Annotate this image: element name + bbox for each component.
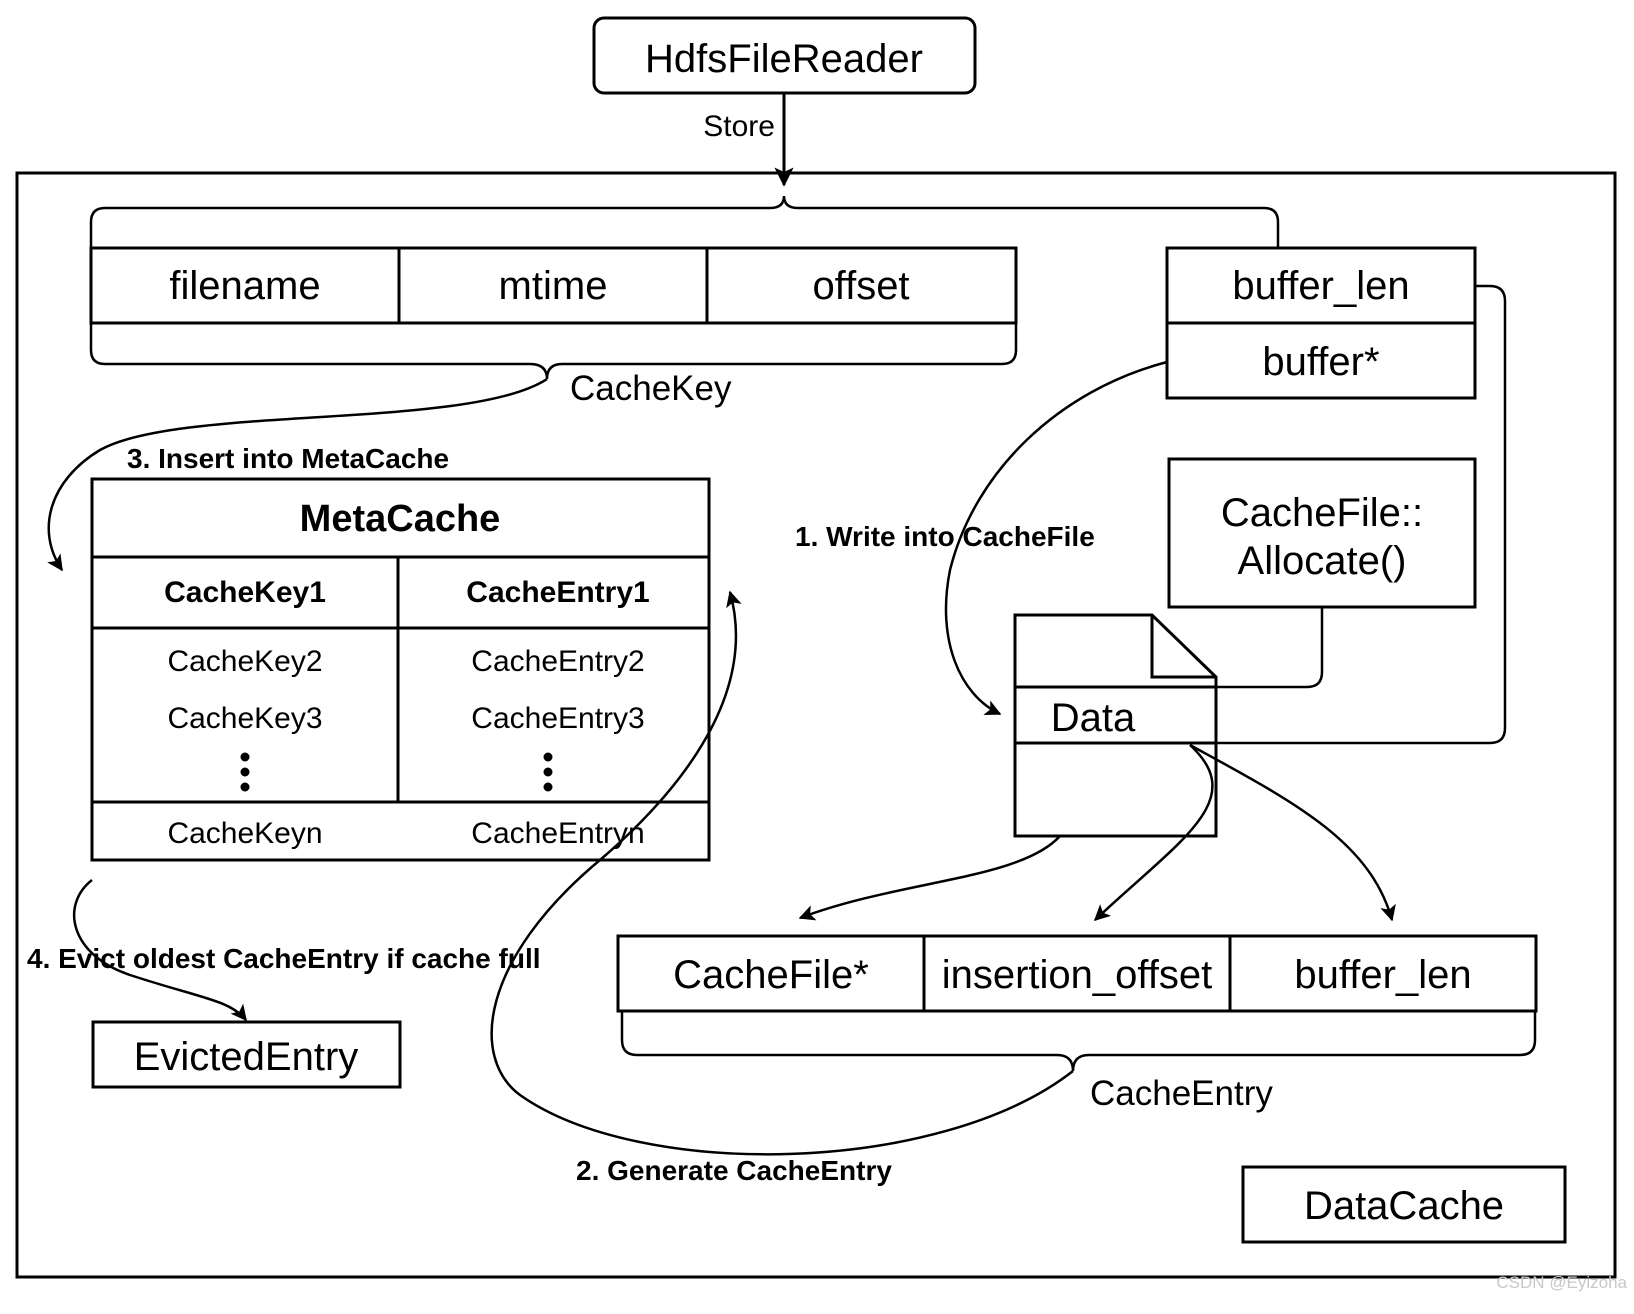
buffer-struct-field-buffer: buffer*	[1262, 340, 1379, 384]
cachekey-bottom-brace	[89, 323, 1018, 380]
cachekey-brace-label: CacheKey	[570, 369, 732, 408]
cachekey-top-brace	[89, 195, 1280, 248]
data-to-bufferlen-connector	[1189, 743, 1396, 922]
metacache-header-entry: CacheEntry1	[466, 576, 649, 609]
data-file-label: Data	[1051, 696, 1136, 740]
metacache-row1-key: CacheKey2	[167, 645, 322, 678]
cachefile-allocate-line1: CacheFile::	[1221, 491, 1423, 535]
cacheentry-field-insertionoffset: insertion_offset	[942, 953, 1213, 997]
datacache-label: DataCache	[1304, 1184, 1504, 1228]
architecture-diagram: HdfsFileReader Store filename mtime offs…	[15, 16, 1628, 1292]
cachekey-field-offset: offset	[812, 264, 909, 308]
metacache-row2-key: CacheKey3	[167, 702, 322, 735]
metacache-key-ellipsis-icon	[240, 752, 250, 792]
data-to-cachefile-connector	[798, 835, 1061, 921]
metacache-entry-ellipsis-icon	[543, 752, 553, 792]
evictedentry-label: EvictedEntry	[134, 1035, 359, 1079]
cacheentry-bottom-brace	[620, 1011, 1537, 1072]
hdfsfilereader-label: HdfsFileReader	[645, 37, 923, 81]
cachefile-allocate-line2: Allocate()	[1238, 539, 1407, 583]
watermark-label: CSDN @Eyizoha	[1496, 1273, 1627, 1292]
metacache-title: MetaCache	[300, 498, 501, 540]
metacache-header-key: CacheKey1	[164, 576, 326, 609]
metacache-lastrow-key: CacheKeyn	[167, 817, 322, 850]
store-edge-label: Store	[703, 110, 775, 143]
cacheentry-brace-label: CacheEntry	[1090, 1074, 1273, 1113]
diagram-canvas: HdfsFileReader Store filename mtime offs…	[0, 0, 1634, 1314]
step2-label: 2. Generate CacheEntry	[576, 1155, 892, 1186]
cacheentry-field-bufferlen: buffer_len	[1294, 953, 1471, 997]
cachekey-field-mtime: mtime	[499, 264, 608, 308]
metacache-row2-entry: CacheEntry3	[471, 702, 644, 735]
cacheentry-field-cachefile: CacheFile*	[673, 953, 869, 997]
metacache-row1-entry: CacheEntry2	[471, 645, 644, 678]
step3-label: 3. Insert into MetaCache	[127, 443, 449, 474]
cachekey-field-filename: filename	[169, 264, 320, 308]
step4-label: 4. Evict oldest CacheEntry if cache full	[27, 943, 541, 974]
buffer-struct-field-bufferlen: buffer_len	[1232, 264, 1409, 308]
step1-label: 1. Write into CacheFile	[795, 521, 1095, 552]
